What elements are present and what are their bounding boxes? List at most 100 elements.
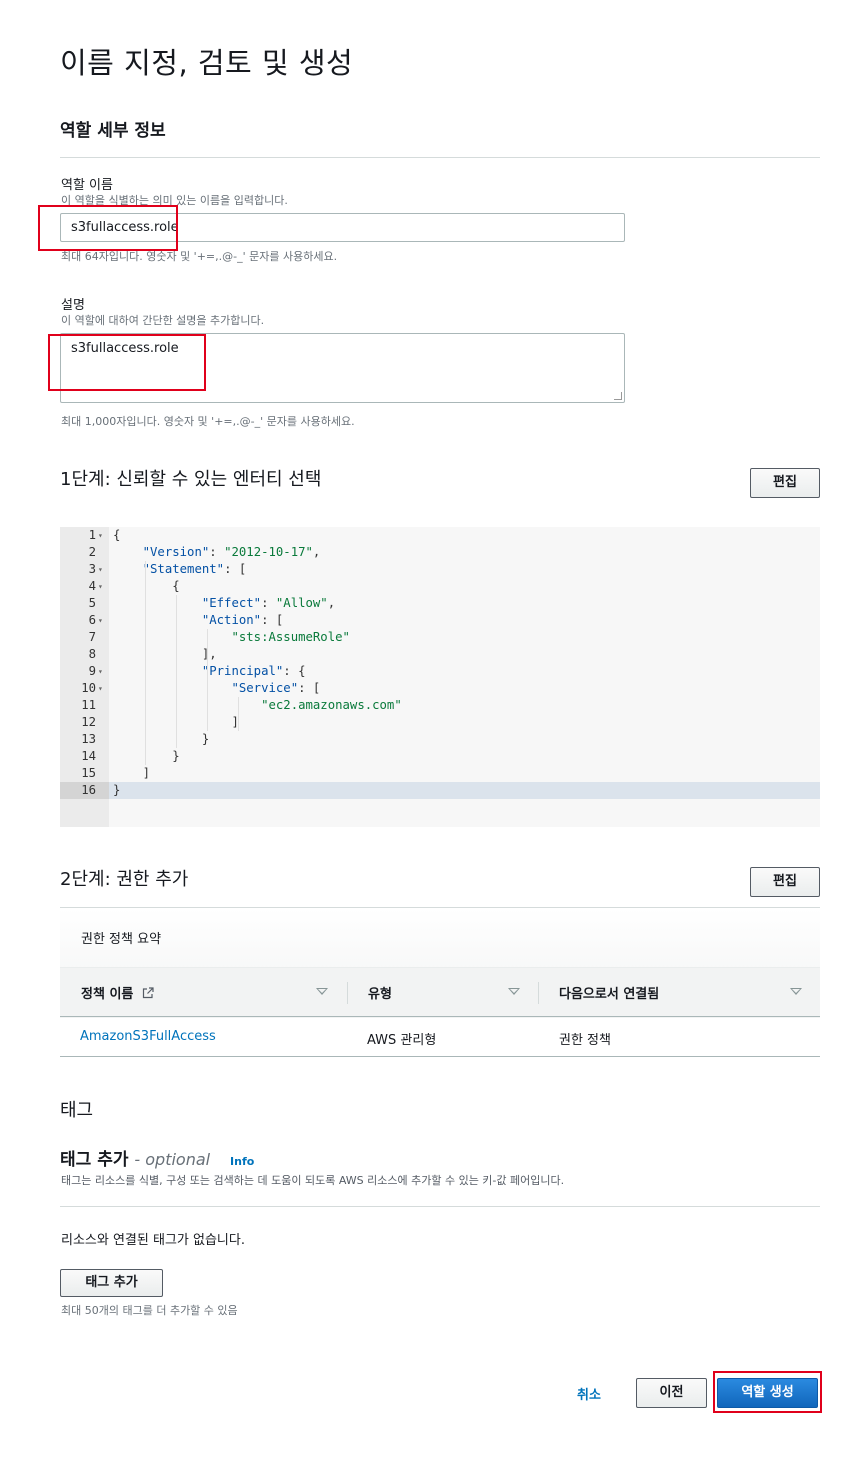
indent-guide	[176, 595, 177, 748]
line-number: 9	[88, 664, 96, 678]
line-number: 4	[88, 579, 96, 593]
role-name-label: 역할 이름	[61, 178, 113, 193]
line-number: 16	[81, 783, 96, 797]
column-header-attached-as[interactable]: 다음으로서 연결됨	[559, 983, 659, 1002]
role-name-input[interactable]: s3fullaccess.role	[60, 213, 625, 242]
step2-title: 2단계: 권한 추가	[60, 869, 189, 890]
fold-toggle-icon[interactable]: ▾	[98, 663, 103, 680]
previous-button[interactable]: 이전	[636, 1378, 707, 1408]
add-tag-button[interactable]: 태그 추가	[60, 1269, 163, 1297]
step2-edit-button[interactable]: 편집	[750, 867, 820, 897]
description-label: 설명	[61, 298, 85, 313]
external-link-icon	[142, 987, 154, 999]
line-number: 8	[88, 647, 96, 661]
code-text: "ec2.amazonaws.com"	[261, 698, 402, 712]
fold-toggle-icon[interactable]: ▾	[98, 527, 103, 544]
permissions-summary-table: 권한 정책 요약 정책 이름 유형 다음으로서 연결됨 AmazonS3Full…	[60, 907, 820, 1057]
code-line: 7 "sts:AssumeRole"	[60, 629, 820, 646]
line-number: 6	[88, 613, 96, 627]
column-divider	[538, 982, 539, 1004]
code-line: 11 "ec2.amazonaws.com"	[60, 697, 820, 714]
code-line: 10 ▾ "Service": [	[60, 680, 820, 697]
code-line: 14 }	[60, 748, 820, 765]
code-line: 6 ▾ "Action": [	[60, 612, 820, 629]
line-number: 12	[81, 715, 96, 729]
fold-toggle-icon[interactable]: ▾	[98, 578, 103, 595]
code-text: {	[113, 579, 180, 593]
tags-description: 태그는 리소스를 식별, 구성 또는 검색하는 데 도움이 되도록 AWS 리소…	[61, 1174, 565, 1187]
step1-title: 1단계: 신뢰할 수 있는 엔터티 선택	[60, 469, 322, 490]
code-text: ]	[113, 766, 151, 780]
line-number: 13	[81, 732, 96, 746]
policy-name-link[interactable]: AmazonS3FullAccess	[80, 1029, 216, 1044]
code-text: "Version": "2012-10-17",	[142, 545, 321, 559]
line-number: 7	[88, 630, 96, 644]
code-text: "Principal": {	[201, 664, 306, 678]
indent-guide	[207, 629, 208, 731]
code-line: 15 ]	[60, 765, 820, 782]
code-line: 12 ]	[60, 714, 820, 731]
policy-type-cell: AWS 관리형	[367, 1033, 437, 1048]
role-details-heading: 역할 세부 정보	[60, 121, 166, 141]
cancel-button[interactable]: 취소	[577, 1384, 601, 1403]
line-number: 10	[81, 681, 96, 695]
fold-toggle-icon[interactable]: ▾	[98, 561, 103, 578]
description-value: s3fullaccess.role	[71, 341, 179, 356]
code-text: "Effect": "Allow",	[201, 596, 336, 610]
column-divider	[347, 982, 348, 1004]
role-name-description: 이 역할을 식별하는 의미 있는 이름을 입력합니다.	[61, 194, 288, 207]
code-text: {	[113, 528, 121, 542]
line-number: 3	[88, 562, 96, 576]
divider	[60, 157, 820, 158]
description-hint: 최대 1,000자입니다. 영숫자 및 '+=,.@-_' 문자를 사용하세요.	[61, 415, 355, 428]
policy-attached-as-cell: 권한 정책	[559, 1033, 611, 1048]
sort-caret-icon[interactable]	[790, 988, 802, 995]
sort-caret-icon[interactable]	[508, 988, 520, 995]
no-tags-message: 리소스와 연결된 태그가 없습니다.	[61, 1233, 245, 1248]
indent-guide	[145, 561, 146, 765]
page-title: 이름 지정, 검토 및 생성	[60, 46, 354, 80]
description-textarea[interactable]: s3fullaccess.role	[60, 333, 625, 403]
code-text: }	[113, 749, 180, 763]
code-line: 1 ▾ {	[60, 527, 820, 544]
trust-policy-editor[interactable]: 1 ▾{2 "Version": "2012-10-17", 3 ▾ "Stateme…	[60, 527, 820, 827]
fold-toggle-icon[interactable]: ▾	[98, 612, 103, 629]
code-line: 16}	[60, 782, 820, 799]
indent-guide	[238, 697, 239, 731]
line-number: 11	[81, 698, 96, 712]
step1-edit-button[interactable]: 편집	[750, 468, 820, 498]
sort-caret-icon[interactable]	[316, 988, 328, 995]
code-text: ],	[113, 647, 217, 661]
line-number: 5	[88, 596, 96, 610]
tags-title: 태그	[60, 1100, 94, 1121]
create-role-button[interactable]: 역할 생성	[717, 1378, 818, 1408]
info-link[interactable]: Info	[230, 1155, 254, 1168]
line-number: 15	[81, 766, 96, 780]
code-line: 3 ▾ "Statement": [	[60, 561, 820, 578]
fold-toggle-icon[interactable]: ▾	[98, 680, 103, 697]
table-caption: 권한 정책 요약	[81, 932, 162, 947]
optional-label: - optional	[134, 1150, 211, 1169]
add-tags-heading: 태그 추가 - optional Info	[60, 1145, 254, 1170]
code-text: "Statement": [	[142, 562, 247, 576]
column-header-policy-name[interactable]: 정책 이름	[81, 983, 154, 1002]
code-line: 4 ▾ {	[60, 578, 820, 595]
divider	[60, 1206, 820, 1207]
code-text: "Action": [	[201, 613, 284, 627]
column-header-label: 정책 이름	[81, 987, 134, 1002]
code-text: }	[113, 732, 210, 746]
code-line: 5 "Effect": "Allow",	[60, 595, 820, 612]
add-tags-title: 태그 추가	[60, 1150, 129, 1170]
role-name-hint: 최대 64자입니다. 영숫자 및 '+=,.@-_' 문자를 사용하세요.	[61, 250, 338, 263]
column-header-type[interactable]: 유형	[368, 983, 392, 1002]
code-line: 13 }	[60, 731, 820, 748]
code-line: 2 "Version": "2012-10-17",	[60, 544, 820, 561]
description-help: 이 역할에 대하여 간단한 설명을 추가합니다.	[61, 314, 265, 327]
line-number: 14	[81, 749, 96, 763]
resize-handle-icon[interactable]	[614, 392, 622, 400]
code-text: }	[113, 783, 121, 797]
code-text: "sts:AssumeRole"	[231, 630, 350, 644]
column-header-row: 정책 이름 유형 다음으로서 연결됨	[60, 967, 820, 1017]
code-line: 8 ],	[60, 646, 820, 663]
tag-limit-hint: 최대 50개의 태그를 더 추가할 수 있음	[61, 1304, 238, 1317]
